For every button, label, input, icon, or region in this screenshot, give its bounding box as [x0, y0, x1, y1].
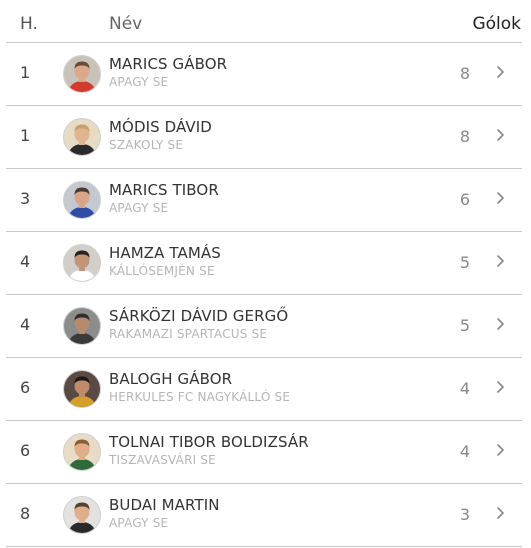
player-club: APAGY SE	[109, 516, 169, 530]
row-rank: 6	[20, 441, 31, 460]
header-rank: H.	[20, 14, 38, 34]
avatar	[63, 181, 101, 219]
chevron-right-icon[interactable]	[494, 441, 508, 459]
avatar-image	[64, 119, 100, 155]
chevron-right-icon[interactable]	[494, 252, 508, 270]
player-name: HAMZA TAMÁS	[109, 244, 221, 262]
avatar-image	[64, 497, 100, 533]
chevron-right-icon[interactable]	[494, 504, 508, 522]
avatar	[63, 244, 101, 282]
avatar	[63, 118, 101, 156]
avatar-image	[64, 434, 100, 470]
avatar-image	[64, 182, 100, 218]
avatar-image	[64, 371, 100, 407]
row-rank: 3	[20, 189, 31, 208]
player-club: TISZAVASVÁRI SE	[109, 453, 216, 467]
row-rank: 4	[20, 315, 31, 334]
table-row[interactable]: 8 BUDAI MARTIN APAGY SE 3	[6, 484, 522, 547]
player-club: KÁLLÓSEMJÉN SE	[109, 264, 215, 278]
goal-count: 5	[459, 253, 470, 272]
avatar	[63, 370, 101, 408]
avatar	[63, 433, 101, 471]
player-name: BUDAI MARTIN	[109, 496, 220, 514]
table-row[interactable]: 1 MÓDIS DÁVID SZAKOLY SE 8	[6, 106, 522, 169]
row-rank: 4	[20, 252, 31, 271]
player-name: BALOGH GÁBOR	[109, 370, 233, 388]
table-row[interactable]: 6 BALOGH GÁBOR HERKULES FC NAGYKÁLLÓ SE 4	[6, 358, 522, 421]
avatar	[63, 496, 101, 534]
goal-count: 5	[459, 316, 470, 335]
goal-count: 3	[459, 505, 470, 524]
goal-count: 4	[459, 442, 470, 461]
player-club: SZAKOLY SE	[109, 138, 184, 152]
player-club: RAKAMAZI SPARTACUS SE	[109, 327, 268, 341]
goal-count: 8	[459, 64, 470, 83]
row-rank: 1	[20, 126, 31, 145]
header-name: Név	[109, 14, 143, 34]
player-name: SÁRKÖZI DÁVID GERGŐ	[109, 307, 289, 325]
player-club: HERKULES FC NAGYKÁLLÓ SE	[109, 390, 291, 404]
table-row[interactable]: 4 HAMZA TAMÁS KÁLLÓSEMJÉN SE 5	[6, 232, 522, 295]
goal-count: 6	[459, 190, 470, 209]
avatar-image	[64, 56, 100, 92]
goal-count: 4	[459, 379, 470, 398]
table-row[interactable]: 1 MARICS GÁBOR APAGY SE 8	[6, 43, 522, 106]
avatar	[63, 307, 101, 345]
avatar	[63, 55, 101, 93]
top-scorers-table: H. Név Gólok 1 MARICS GÁBOR APAGY SE 8 1 MÓDI…	[0, 0, 531, 547]
player-name: TOLNAI TIBOR BOLDIZSÁR	[109, 433, 309, 451]
goal-count: 8	[459, 127, 470, 146]
player-name: MÓDIS DÁVID	[109, 118, 212, 136]
row-rank: 8	[20, 504, 31, 523]
avatar-image	[64, 308, 100, 344]
table-row[interactable]: 6 TOLNAI TIBOR BOLDIZSÁR TISZAVASVÁRI SE 4	[6, 421, 522, 484]
chevron-right-icon[interactable]	[494, 189, 508, 207]
table-row[interactable]: 4 SÁRKÖZI DÁVID GERGŐ RAKAMAZI SPARTACUS S…	[6, 295, 522, 358]
row-rank: 6	[20, 378, 31, 397]
chevron-right-icon[interactable]	[494, 126, 508, 144]
player-name: MARICS GÁBOR	[109, 55, 228, 73]
player-club: APAGY SE	[109, 75, 169, 89]
chevron-right-icon[interactable]	[494, 315, 508, 333]
chevron-right-icon[interactable]	[494, 378, 508, 396]
header-goals: Gólok	[472, 14, 521, 34]
avatar-image	[64, 245, 100, 281]
player-club: APAGY SE	[109, 201, 169, 215]
row-rank: 1	[20, 63, 31, 82]
table-header: H. Név Gólok	[6, 0, 522, 43]
chevron-right-icon[interactable]	[494, 63, 508, 81]
table-body: 1 MARICS GÁBOR APAGY SE 8 1 MÓDIS DÁVID SZAKOL…	[0, 43, 531, 547]
player-name: MARICS TIBOR	[109, 181, 219, 199]
table-row[interactable]: 3 MARICS TIBOR APAGY SE 6	[6, 169, 522, 232]
